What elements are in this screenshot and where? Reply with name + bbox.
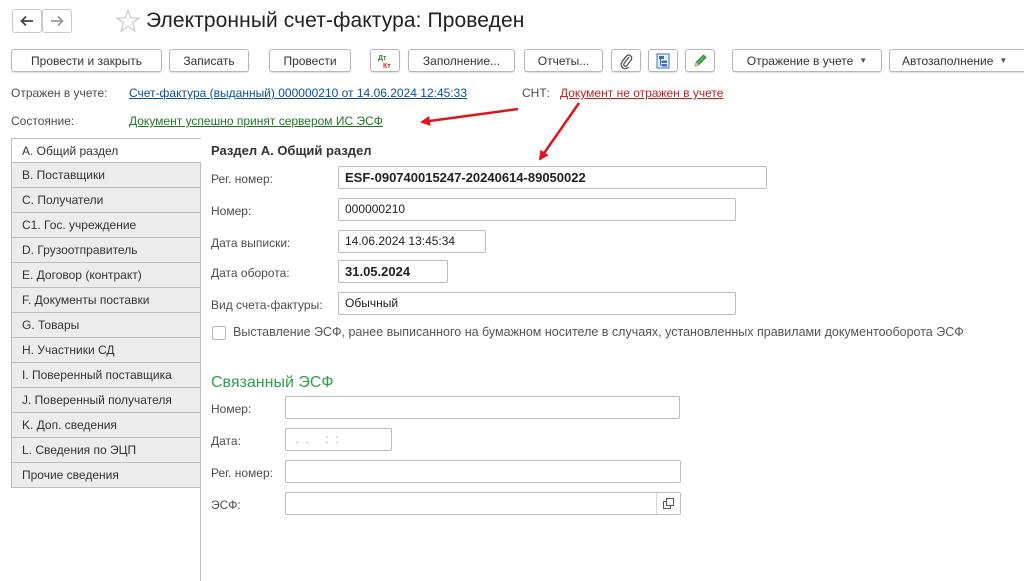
edit-button[interactable] (685, 49, 715, 72)
linked-date-field[interactable]: . . : : (285, 428, 392, 451)
tab-contract[interactable]: E. Договор (контракт) (11, 263, 201, 288)
reflected-label: Отражен в учете: (11, 86, 108, 100)
turnover-date-label: Дата оборота: (211, 266, 290, 280)
pencil-icon (694, 53, 707, 67)
tab-general[interactable]: A. Общий раздел (11, 138, 201, 163)
linked-esf-label: ЭСФ: (211, 498, 241, 512)
reg-number-label: Рег. номер: (211, 172, 273, 186)
attach-button[interactable] (611, 49, 641, 72)
tab-goods[interactable]: G. Товары (11, 313, 201, 338)
chevron-down-icon: ▼ (859, 56, 868, 65)
state-label: Состояние: (11, 114, 75, 128)
autofill-label: Автозаполнение (902, 53, 994, 68)
arrow-left-icon (20, 15, 33, 27)
linked-number-field[interactable] (285, 396, 680, 419)
tab-recipients[interactable]: C. Получатели (11, 188, 201, 213)
linked-date-label: Дата: (211, 434, 241, 448)
open-esf-button[interactable] (656, 493, 681, 514)
post-and-close-button[interactable]: Провести и закрыть (11, 49, 162, 72)
tab-gov-institution[interactable]: C1. Гос. учреждение (11, 213, 201, 238)
chevron-down-icon: ▼ (999, 56, 1008, 65)
linked-esf-heading: Связанный ЭСФ (211, 374, 334, 391)
section-tabs: A. Общий раздел B. Поставщики C. Получат… (11, 138, 201, 488)
linked-number-label: Номер: (211, 402, 252, 416)
issue-date-label: Дата выписки: (211, 236, 291, 250)
open-window-icon (663, 497, 674, 509)
annotation-arrow-reg (538, 102, 581, 161)
svg-text:Кт: Кт (383, 63, 391, 70)
linked-reg-field[interactable] (285, 460, 681, 483)
linked-esf-field[interactable] (285, 492, 681, 515)
structure-button[interactable] (648, 49, 678, 72)
svg-text:Дт: Дт (378, 55, 387, 62)
snt-label: СНТ: (522, 86, 550, 100)
star-icon[interactable] (115, 8, 141, 34)
tab-suppliers[interactable]: B. Поставщики (11, 163, 201, 188)
reflected-link[interactable]: Счет-фактура (выданный) 000000210 от 14.… (129, 86, 467, 100)
invoice-type-field[interactable]: Обычный (338, 292, 736, 315)
tab-additional-info[interactable]: K. Доп. сведения (11, 413, 201, 438)
fill-button[interactable]: Заполнение... (408, 49, 515, 72)
panel-divider (200, 163, 201, 581)
turnover-date-field[interactable]: 31.05.2024 (338, 260, 448, 283)
tab-signature-info[interactable]: L. Сведения по ЭЦП (11, 438, 201, 463)
tab-other-info[interactable]: Прочие сведения (11, 463, 201, 488)
page-title: Электронный счет-фактура: Проведен (146, 9, 525, 32)
tab-supplier-attorney[interactable]: I. Поверенный поставщика (11, 363, 201, 388)
autofill-dropdown[interactable]: Автозаполнение ▼ (889, 49, 1024, 72)
post-button[interactable]: Провести (269, 49, 351, 72)
tab-participants[interactable]: H. Участники СД (11, 338, 201, 363)
invoice-type-label: Вид счета-фактуры: (211, 298, 323, 312)
state-link[interactable]: Документ успешно принят сервером ИС ЭСФ (129, 114, 383, 128)
linked-reg-label: Рег. номер: (211, 466, 273, 480)
forward-button[interactable] (42, 9, 72, 33)
reports-button[interactable]: Отчеты... (524, 49, 603, 72)
snt-link[interactable]: Документ не отражен в учете (560, 86, 723, 100)
tab-consignor[interactable]: D. Грузоотправитель (11, 238, 201, 263)
tab-recipient-attorney[interactable]: J. Поверенный получателя (11, 388, 201, 413)
accounting-label: Отражение в учете (746, 53, 854, 68)
arrow-right-icon (51, 15, 64, 27)
dt-kt-icon: Дт Кт (378, 55, 391, 70)
section-a-heading: Раздел А. Общий раздел (211, 143, 372, 158)
hierarchy-icon (656, 53, 670, 68)
paperclip-icon (620, 53, 633, 69)
accounting-dropdown[interactable]: Отражение в учете ▼ (732, 49, 882, 72)
paper-esf-checkbox-label: Выставление ЭСФ, ранее выписанного на бу… (233, 325, 964, 339)
issue-date-field[interactable]: 14.06.2024 13:45:34 (338, 230, 486, 253)
back-button[interactable] (12, 9, 42, 33)
dt-kt-button[interactable]: Дт Кт (370, 49, 400, 72)
number-label: Номер: (211, 204, 252, 218)
tab-delivery-docs[interactable]: F. Документы поставки (11, 288, 201, 313)
annotation-arrow-state (420, 107, 519, 126)
paper-esf-checkbox[interactable] (212, 326, 226, 340)
reg-number-field[interactable]: ESF-090740015247-20240614-89050022 (338, 166, 767, 189)
save-button[interactable]: Записать (169, 49, 249, 72)
number-field[interactable]: 000000210 (338, 198, 736, 221)
